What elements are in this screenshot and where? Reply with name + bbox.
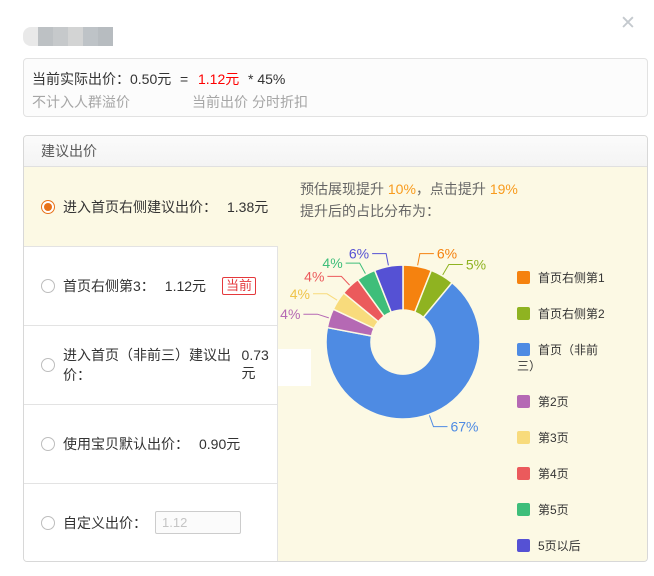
- pie-label: 4%: [304, 268, 324, 284]
- legend-item[interactable]: 5页以后: [517, 538, 607, 554]
- option-item-default-bid[interactable]: 使用宝贝默认出价： 0.90元: [24, 404, 278, 483]
- option-value: 1.12元: [165, 276, 206, 296]
- option-homepage-right-suggested[interactable]: 进入首页右侧建议出价： 1.38元: [24, 167, 278, 246]
- legend-label: 第2页: [538, 395, 569, 409]
- pie-label: 4%: [290, 286, 310, 302]
- pie-label-line: [372, 254, 388, 266]
- note-time-discount: 分时折扣: [252, 91, 308, 114]
- pie-label: 67%: [450, 419, 478, 435]
- radio-icon[interactable]: [41, 279, 55, 293]
- legend-label: 第4页: [538, 467, 569, 481]
- estimate-prefix: 预估展现提升: [300, 181, 388, 197]
- pie-label-line: [346, 263, 366, 274]
- distribution-chart-panel: 预估展现提升 10%，点击提升 19% 提升后的占比分布为： 6% 5% 67% 4%…: [278, 167, 647, 561]
- note-no-premium: 不计入人群溢价: [32, 91, 130, 114]
- chart-legend: 首页右侧第1 首页右侧第2 首页（非前三） 第2页第3页第4页第5页 5页以后: [517, 270, 613, 562]
- legend-item[interactable]: 首页右侧第1: [517, 270, 607, 286]
- donut-chart: 6%5%67%4%4%4%4%6%: [272, 231, 522, 441]
- impression-lift-value: 10%: [388, 181, 416, 197]
- option-label: 进入首页右侧建议出价：: [63, 197, 217, 217]
- legend-item[interactable]: 首页右侧第2: [517, 306, 607, 322]
- option-homepage-not-top3[interactable]: 进入首页（非前三）建议出价： 0.73元: [24, 325, 278, 404]
- legend-item[interactable]: 第4页: [517, 466, 607, 482]
- current-bid-summary: 当前实际出价：0.50元 = 1.12元 * 45% 不计入人群溢价 当前出价 …: [23, 58, 648, 117]
- option-value: 0.90元: [199, 434, 240, 454]
- radio-icon[interactable]: [41, 516, 55, 530]
- redacted-title: [23, 27, 113, 46]
- legend-swatch-icon: [517, 343, 530, 356]
- radio-icon[interactable]: [41, 358, 55, 372]
- option-label: 首页右侧第3：: [63, 276, 155, 296]
- legend-swatch-icon: [517, 307, 530, 320]
- option-label: 自定义出价：: [63, 513, 147, 533]
- legend-item[interactable]: 第2页: [517, 394, 607, 410]
- estimate-text: 预估展现提升 10%，点击提升 19% 提升后的占比分布为：: [278, 167, 647, 222]
- legend-swatch-icon: [517, 271, 530, 284]
- panel-body: 进入首页右侧建议出价： 1.38元 首页右侧第3： 1.12元 当前 进入首页（…: [24, 167, 647, 561]
- pie-label-line: [313, 294, 337, 300]
- pie-label: 6%: [437, 246, 457, 262]
- current-bid-value: 1.12元: [198, 68, 239, 91]
- pie-label-line: [303, 314, 328, 318]
- option-custom-bid[interactable]: 自定义出价：: [24, 483, 278, 561]
- legend-swatch-icon: [517, 395, 530, 408]
- custom-bid-input[interactable]: [155, 511, 241, 534]
- legend-label: 第5页: [538, 503, 569, 517]
- multiplier: * 45%: [248, 68, 285, 91]
- legend-label: 5页以后: [538, 539, 581, 553]
- bid-suggestion-dialog: { "dialog": { "close_icon": "\u2715" }, …: [0, 0, 654, 576]
- pie-label: 4%: [280, 306, 300, 322]
- legend-swatch-icon: [517, 467, 530, 480]
- estimate-line2: 提升后的占比分布为：: [300, 203, 440, 219]
- bid-options: 进入首页右侧建议出价： 1.38元 首页右侧第3： 1.12元 当前 进入首页（…: [24, 167, 278, 561]
- radio-selected-icon[interactable]: [41, 200, 55, 214]
- close-icon[interactable]: ✕: [616, 12, 640, 36]
- legend-item[interactable]: 第5页: [517, 502, 607, 518]
- pie-label-line: [327, 276, 349, 285]
- actual-bid-label: 当前实际出价：0.50元: [32, 68, 171, 91]
- pie-label: 5%: [466, 257, 486, 273]
- panel-title: 建议出价: [24, 136, 647, 167]
- summary-formula: 当前实际出价：0.50元 = 1.12元 * 45%: [32, 68, 647, 91]
- pie-label-line: [443, 265, 463, 275]
- option-value: 1.38元: [227, 197, 268, 217]
- option-homepage-right-3rd[interactable]: 首页右侧第3： 1.12元 当前: [24, 246, 278, 325]
- option-label: 进入首页（非前三）建议出价：: [63, 345, 232, 385]
- legend-swatch-icon: [517, 539, 530, 552]
- pie-label-line: [429, 415, 447, 426]
- equals-sign: =: [180, 68, 188, 91]
- note-current-bid: 当前出价: [192, 91, 248, 114]
- legend-item[interactable]: 第3页: [517, 430, 607, 446]
- legend-label: 第3页: [538, 431, 569, 445]
- option-label: 使用宝贝默认出价：: [63, 434, 189, 454]
- pie-label: 6%: [349, 246, 369, 262]
- legend-swatch-icon: [517, 503, 530, 516]
- pie-label: 4%: [322, 255, 342, 271]
- legend-label: 首页右侧第2: [538, 307, 605, 321]
- click-lift-value: 19%: [490, 181, 518, 197]
- legend-label: 首页右侧第1: [538, 271, 605, 285]
- summary-notes: 不计入人群溢价 当前出价 分时折扣: [32, 91, 647, 114]
- suggestion-panel: 建议出价 进入首页右侧建议出价： 1.38元 首页右侧第3： 1.12元 当前 …: [23, 135, 648, 562]
- estimate-middle: ，点击提升: [416, 181, 490, 197]
- legend-item[interactable]: 首页（非前三）: [517, 342, 607, 374]
- pie-label-line: [418, 254, 434, 266]
- legend-swatch-icon: [517, 431, 530, 444]
- radio-icon[interactable]: [41, 437, 55, 451]
- current-badge: 当前: [222, 277, 256, 295]
